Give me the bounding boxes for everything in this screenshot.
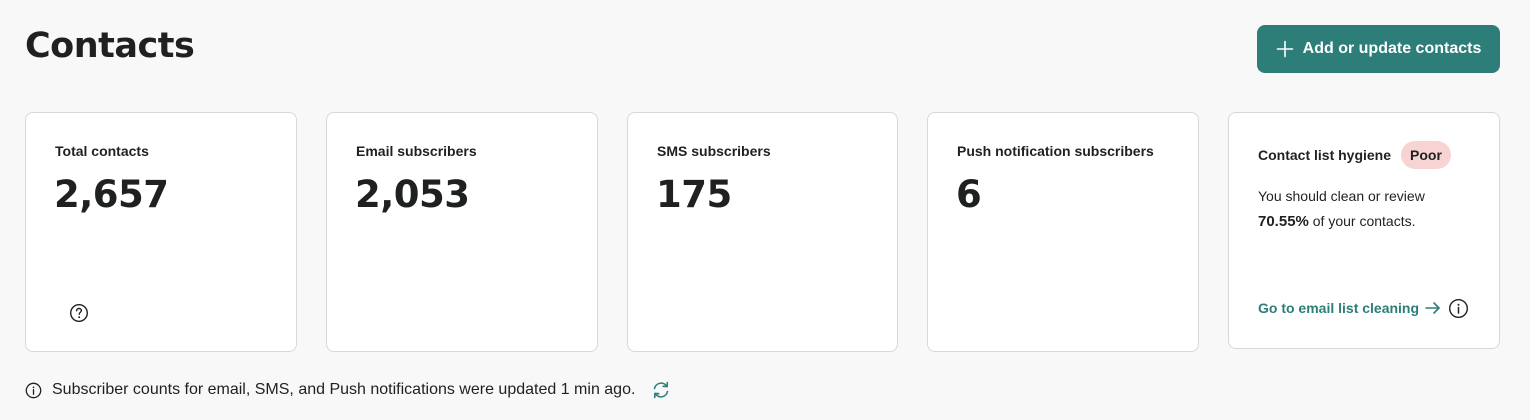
card-label: SMS subscribers xyxy=(657,143,771,159)
hygiene-header: Contact list hygiene Poor xyxy=(1258,141,1451,169)
page-title: Contacts xyxy=(25,26,195,66)
card-value: 6 xyxy=(956,173,982,216)
card-value: 2,657 xyxy=(54,173,169,216)
card-label: Push notification subscribers xyxy=(957,143,1154,159)
contact-list-hygiene-card: Contact list hygiene Poor You should cle… xyxy=(1228,112,1500,349)
card-label: Email subscribers xyxy=(356,143,477,159)
info-circle-icon[interactable] xyxy=(1448,298,1469,319)
sms-subscribers-card: SMS subscribers 175 xyxy=(627,112,898,352)
card-value: 2,053 xyxy=(355,173,470,216)
question-circle-icon[interactable] xyxy=(69,303,89,323)
update-note: Subscriber counts for email, SMS, and Pu… xyxy=(25,380,671,400)
plus-icon xyxy=(1276,40,1293,58)
info-circle-icon xyxy=(25,382,42,398)
hygiene-description: You should clean or review 70.55% of you… xyxy=(1258,184,1458,234)
total-contacts-card: Total contacts 2,657 xyxy=(25,112,297,352)
hygiene-title: Contact list hygiene xyxy=(1258,147,1392,163)
card-value: 175 xyxy=(656,173,732,216)
contacts-page: Contacts Add or update contacts Total co… xyxy=(0,0,1530,420)
card-label: Total contacts xyxy=(55,143,149,159)
push-notification-subscribers-card: Push notification subscribers 6 xyxy=(927,112,1199,352)
refresh-icon[interactable] xyxy=(651,380,671,400)
arrow-right-icon xyxy=(1425,302,1440,314)
status-badge: Poor xyxy=(1401,141,1451,169)
hygiene-text-after: of your contacts. xyxy=(1312,213,1416,229)
email-subscribers-card: Email subscribers 2,053 xyxy=(326,112,598,352)
hygiene-percentage: 70.55% xyxy=(1258,213,1309,230)
link-label: Go to email list cleaning xyxy=(1258,300,1420,316)
add-button-label: Add or update contacts xyxy=(1302,40,1482,57)
update-note-text: Subscriber counts for email, SMS, and Pu… xyxy=(52,381,636,398)
hygiene-text-before: You should clean or review xyxy=(1258,188,1425,204)
add-or-update-contacts-button[interactable]: Add or update contacts xyxy=(1257,25,1500,73)
go-to-email-list-cleaning-link[interactable]: Go to email list cleaning xyxy=(1258,300,1441,316)
